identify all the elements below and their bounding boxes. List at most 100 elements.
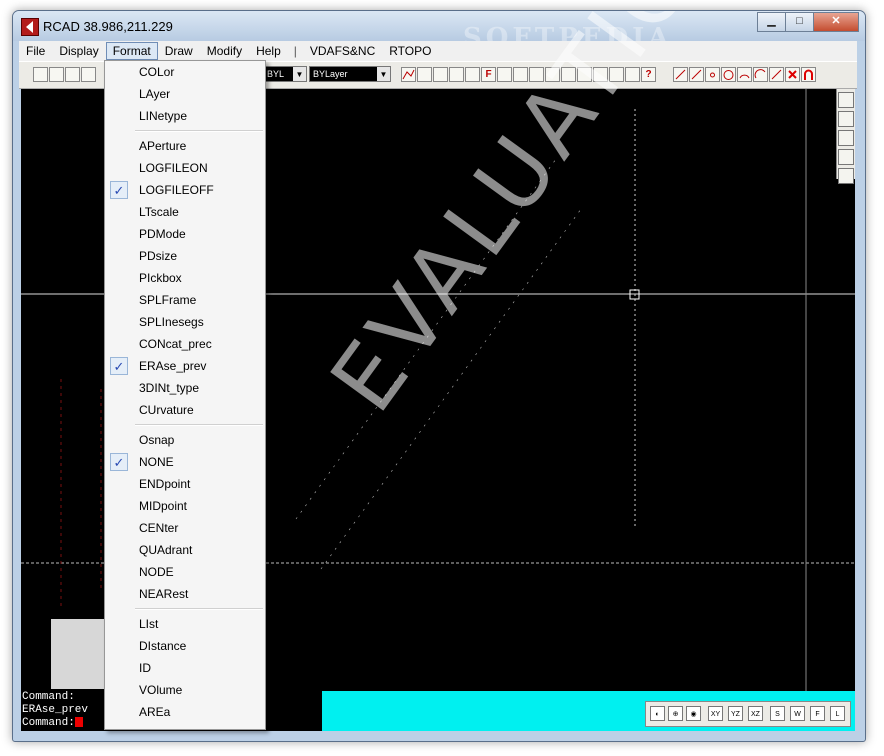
format-menu-item-label: LOGFILEON bbox=[139, 161, 208, 175]
view-xz-button[interactable]: XZ bbox=[748, 706, 763, 721]
format-menu-item-logfileon[interactable]: LOGFILEON bbox=[105, 157, 265, 179]
menu-vdafs-nc[interactable]: VDAFS&NC bbox=[303, 42, 382, 60]
format-menu-item-aperture[interactable]: APerture bbox=[105, 135, 265, 157]
close-button[interactable]: ✕ bbox=[813, 12, 859, 32]
format-menu-item-volume[interactable]: VOlume bbox=[105, 679, 265, 701]
crosshair-icon[interactable]: ⊕ bbox=[668, 706, 683, 721]
edit-icon[interactable] bbox=[417, 67, 432, 82]
hatch-icon[interactable] bbox=[838, 130, 854, 146]
linetype-combo[interactable]: BYLayer ▼ bbox=[309, 66, 391, 82]
format-menu-item-splinesegs[interactable]: SPLInesegs bbox=[105, 311, 265, 333]
format-menu-item-area[interactable]: AREa bbox=[105, 701, 265, 723]
r-point-icon[interactable] bbox=[497, 67, 512, 82]
snap-s-button[interactable]: S bbox=[770, 706, 785, 721]
format-menu-item-3dint-type[interactable]: 3DINt_type bbox=[105, 377, 265, 399]
menu-separator bbox=[105, 421, 265, 429]
format-menu-item-midpoint[interactable]: MIDpoint bbox=[105, 495, 265, 517]
right-tool-strip bbox=[836, 89, 855, 184]
delete-icon[interactable] bbox=[785, 67, 800, 82]
format-menu-item-endpoint[interactable]: ENDpoint bbox=[105, 473, 265, 495]
format-menu-item-label: NODE bbox=[139, 565, 174, 579]
pan-icon[interactable]: ◉ bbox=[686, 706, 701, 721]
format-menu-item-label: PDMode bbox=[139, 227, 186, 241]
rcad-logo-icon[interactable] bbox=[21, 18, 39, 36]
menu-file[interactable]: File bbox=[19, 42, 52, 60]
layer-icon[interactable] bbox=[449, 67, 464, 82]
format-menu-item-label: COLor bbox=[139, 65, 175, 79]
color-combo[interactable]: BYL ▼ bbox=[263, 66, 307, 82]
maximize-button[interactable]: □ bbox=[785, 12, 814, 32]
menu-bar: File Display Format Draw Modify Help | V… bbox=[19, 41, 857, 61]
world-w-button[interactable]: W bbox=[790, 706, 805, 721]
arc-3pt-icon[interactable] bbox=[737, 67, 752, 82]
format-menu-item-label: NEARest bbox=[139, 587, 189, 601]
menu-display[interactable]: Display bbox=[52, 42, 105, 60]
menu-separator bbox=[105, 605, 265, 613]
view-xy-button[interactable]: XY bbox=[708, 706, 723, 721]
format-menu-item-quadrant[interactable]: QUAdrant bbox=[105, 539, 265, 561]
format-menu-item-label: ID bbox=[139, 661, 151, 675]
menu-rtopo[interactable]: RTOPO bbox=[382, 42, 438, 60]
format-menu-item-none[interactable]: ✓ NONE bbox=[105, 451, 265, 473]
menu-modify[interactable]: Modify bbox=[200, 42, 249, 60]
menu-separator bbox=[105, 127, 265, 135]
format-menu-item-label: LTscale bbox=[139, 205, 179, 219]
open-file-icon[interactable] bbox=[49, 67, 64, 82]
font-icon[interactable]: F bbox=[481, 67, 496, 82]
diagonal-icon[interactable] bbox=[769, 67, 784, 82]
format-menu-item-nearest[interactable]: NEARest bbox=[105, 583, 265, 605]
arc-2pt-icon[interactable] bbox=[753, 67, 768, 82]
view-yz-button[interactable]: YZ bbox=[728, 706, 743, 721]
polyline-icon[interactable] bbox=[401, 67, 416, 82]
format-menu-item-center[interactable]: CENter bbox=[105, 517, 265, 539]
format-menu-item-concat-prec[interactable]: CONcat_prec bbox=[105, 333, 265, 355]
format-menu-item-erase-prev[interactable]: ✓ ERAse_prev bbox=[105, 355, 265, 377]
line-point-icon[interactable] bbox=[689, 67, 704, 82]
format-menu-item-curvature[interactable]: CUrvature bbox=[105, 399, 265, 421]
format-menu-item-label: 3DINt_type bbox=[139, 381, 200, 395]
format-menu-item-logfileoff[interactable]: ✓ LOGFILEOFF bbox=[105, 179, 265, 201]
format-menu-item-node[interactable]: NODE bbox=[105, 561, 265, 583]
format-menu-item-layer[interactable]: LAyer bbox=[105, 83, 265, 105]
format-menu-item-label: LAyer bbox=[139, 87, 171, 101]
format-menu-item-pickbox[interactable]: PIckbox bbox=[105, 267, 265, 289]
layers-icon[interactable] bbox=[838, 92, 854, 108]
format-menu-item-list[interactable]: LIst bbox=[105, 613, 265, 635]
front-f-button[interactable]: F bbox=[810, 706, 825, 721]
window-title: RCAD 38.986,211.229 bbox=[43, 19, 173, 34]
point-icon[interactable] bbox=[705, 67, 720, 82]
format-menu-item-label: VOlume bbox=[139, 683, 183, 697]
format-menu-item-id[interactable]: ID bbox=[105, 657, 265, 679]
format-menu-item-pdmode[interactable]: PDMode bbox=[105, 223, 265, 245]
format-menu-item-pdsize[interactable]: PDsize bbox=[105, 245, 265, 267]
save-file-icon[interactable] bbox=[65, 67, 80, 82]
format-menu-item-ltscale[interactable]: LTscale bbox=[105, 201, 265, 223]
zoom-window-icon[interactable]: ◐ bbox=[650, 706, 665, 721]
folder-icon[interactable] bbox=[433, 67, 448, 82]
checkmark-icon: ✓ bbox=[110, 357, 128, 375]
line-icon[interactable] bbox=[673, 67, 688, 82]
grid-icon[interactable] bbox=[838, 111, 854, 127]
light-icon[interactable] bbox=[838, 149, 854, 165]
format-menu-item-distance[interactable]: DIstance bbox=[105, 635, 265, 657]
format-menu-item-osnap[interactable]: Osnap bbox=[105, 429, 265, 451]
magnet-icon[interactable] bbox=[801, 67, 816, 82]
format-menu-item-label: PDsize bbox=[139, 249, 178, 263]
format-menu-item-linetype[interactable]: LINetype bbox=[105, 105, 265, 127]
new-file-icon[interactable] bbox=[33, 67, 48, 82]
format-menu-item-splframe[interactable]: SPLFrame bbox=[105, 289, 265, 311]
format-menu-item-color[interactable]: COLor bbox=[105, 61, 265, 83]
title-bar[interactable]: RCAD 38.986,211.229 SOFTPEDIA ▁ □ ✕ bbox=[13, 11, 865, 53]
menu-separator: | bbox=[293, 44, 297, 58]
pencil-icon[interactable] bbox=[465, 67, 480, 82]
print-icon[interactable] bbox=[81, 67, 96, 82]
menu-help[interactable]: Help bbox=[249, 42, 288, 60]
menu-format[interactable]: Format bbox=[105, 42, 158, 60]
menu-draw[interactable]: Draw bbox=[158, 42, 200, 60]
format-menu-item-label: CENter bbox=[139, 521, 179, 535]
pattern-icon[interactable] bbox=[838, 168, 854, 184]
minimize-button[interactable]: ▁ bbox=[757, 12, 786, 32]
checkmark-icon: ✓ bbox=[110, 453, 128, 471]
circle-icon[interactable] bbox=[721, 67, 736, 82]
left-l-button[interactable]: L bbox=[830, 706, 845, 721]
